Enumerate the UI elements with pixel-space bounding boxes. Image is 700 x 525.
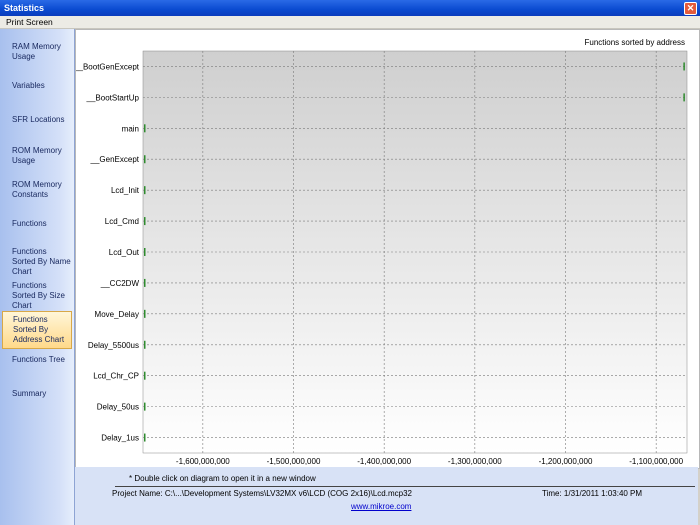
y-tick-label: __CC2DW [100,279,140,288]
bar-bootstartup [683,93,685,102]
bar-cc2dw [144,278,146,287]
footer: * Double click on diagram to open it in … [75,467,698,525]
bar-lcdchrcp [144,371,146,380]
sidebar: RAM Memory Usage Variables SFR Locations RO… [0,29,75,525]
bar-delay5500us [144,340,146,349]
bar-main [144,124,146,133]
sidebar-item-ram-memory-usage[interactable]: RAM Memory Usage [2,39,72,65]
sidebar-item-functions[interactable]: Functions [2,216,72,232]
timestamp: Time: 1/31/2011 1:03:40 PM [542,489,643,498]
sidebar-item-rom-memory-constants[interactable]: ROM Memory Constants [2,177,72,203]
statistics-window: Statistics ✕ Print Screen RAM Memory Usa… [0,0,700,525]
bar-genexcept [144,155,146,164]
window-title: Statistics [4,3,45,13]
x-tick-label: -1,400,000,000 [357,457,411,466]
y-tick-label: Delay_1us [101,434,139,443]
bar-lcdcmd [144,217,146,226]
sidebar-item-functions-sorted-by-size-chart[interactable]: Functions Sorted By Size Chart [2,278,72,314]
menu-bar: Print Screen [0,16,700,29]
title-bar[interactable]: Statistics ✕ [0,0,700,16]
y-tick-label: Lcd_Out [109,248,140,257]
project-name: Project Name: C:\...\Development Systems… [112,489,412,498]
sidebar-item-sfr-locations[interactable]: SFR Locations [2,112,72,128]
sidebar-item-functions-sorted-by-name-chart[interactable]: Functions Sorted By Name Chart [2,244,72,280]
bar-lcdinit [144,186,146,195]
bar-movedelay [144,309,146,318]
x-tick-label: -1,200,000,000 [539,457,593,466]
y-tick-label: Delay_5500us [88,341,139,350]
y-tick-label: Lcd_Cmd [105,217,139,226]
diagram-note: * Double click on diagram to open it in … [129,474,316,483]
y-tick-label: Move_Delay [95,310,139,319]
close-button[interactable]: ✕ [684,2,697,15]
print-screen-menu[interactable]: Print Screen [6,17,53,27]
chart-title: Functions sorted by address [585,38,686,47]
sidebar-item-summary[interactable]: Summary [2,386,72,402]
y-tick-label: __GenExcept [90,155,140,164]
y-tick-label: Lcd_Init [111,186,140,195]
bar-delay1us [144,433,146,442]
x-tick-label: -1,300,000,000 [448,457,502,466]
bar-delay50us [144,402,146,411]
x-tick-label: -1,100,000,000 [629,457,683,466]
close-icon: ✕ [686,3,695,13]
sidebar-item-rom-memory-usage[interactable]: ROM Memory Usage [2,143,72,169]
x-tick-label: -1,500,000,000 [267,457,321,466]
sidebar-item-functions-tree[interactable]: Functions Tree [2,352,72,368]
y-tick-label: __BootStartUp [86,93,140,102]
footer-divider [115,486,695,487]
chart-panel[interactable]: Functions sorted by address -1,600,000,00… [73,29,700,469]
y-tick-label: __BootGenExcept [76,62,140,71]
x-tick-label: -1,600,000,000 [176,457,230,466]
sidebar-item-functions-sorted-by-address-chart[interactable]: Functions Sorted By Address Chart [2,311,72,349]
bar-lcdout [144,248,146,256]
address-chart[interactable]: Functions sorted by address -1,600,000,00… [73,30,699,468]
y-tick-label: main [122,124,139,133]
y-tick-label: Delay_50us [97,403,139,412]
bar-bootgenexcept [683,62,685,71]
sidebar-item-variables[interactable]: Variables [2,78,72,94]
y-tick-label: Lcd_Chr_CP [93,372,139,381]
website-link[interactable]: www.mikroe.com [351,502,411,511]
